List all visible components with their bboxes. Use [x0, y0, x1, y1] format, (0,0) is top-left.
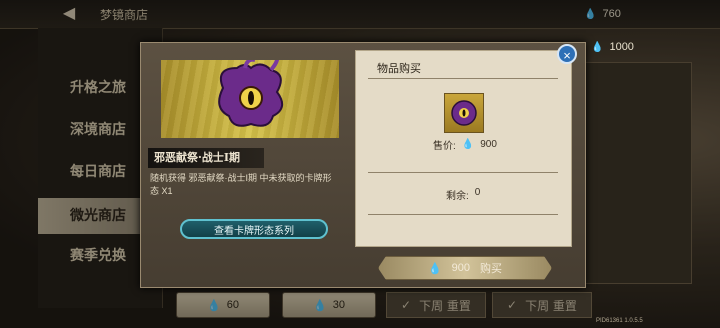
divider	[368, 78, 558, 79]
eldritch-eye-icon	[218, 60, 284, 127]
item-art-banner	[161, 60, 339, 138]
item-name: 邪恶献祭·战士I期	[148, 148, 264, 168]
item-description: 随机获得 邪恶献祭·战士I期 中未获取的卡牌形态 X1	[150, 173, 332, 196]
close-button[interactable]: ×	[557, 44, 577, 64]
crystal-drop-icon: 💧	[461, 139, 475, 150]
eldritch-eye-icon	[451, 100, 477, 126]
remaining-value: 0	[474, 187, 481, 198]
view-card-forms-button[interactable]: 查看卡牌形态系列	[180, 219, 328, 239]
buy-label: 购买	[480, 263, 503, 275]
remaining-label: 剩余:	[446, 191, 469, 202]
item-thumbnail	[444, 93, 484, 133]
buy-button[interactable]: 💧 900 购买	[378, 256, 552, 280]
version-label: PID61361 1.0.5.5	[596, 318, 643, 324]
buy-price: 900	[451, 262, 471, 274]
currency-value: 1000	[609, 41, 634, 53]
price-row: 售价: 💧 900	[433, 137, 497, 152]
divider	[368, 172, 558, 173]
divider	[368, 214, 558, 215]
currency-counter: 💧 1000	[591, 41, 634, 53]
price-value: 900	[480, 139, 497, 150]
remaining-row: 剩余: 0	[446, 187, 480, 202]
crystal-drop-icon: 💧	[427, 262, 442, 275]
crystal-drop-icon: 💧	[591, 41, 604, 53]
purchase-title: 物品购买	[377, 62, 421, 75]
price-label: 售价:	[433, 141, 456, 152]
